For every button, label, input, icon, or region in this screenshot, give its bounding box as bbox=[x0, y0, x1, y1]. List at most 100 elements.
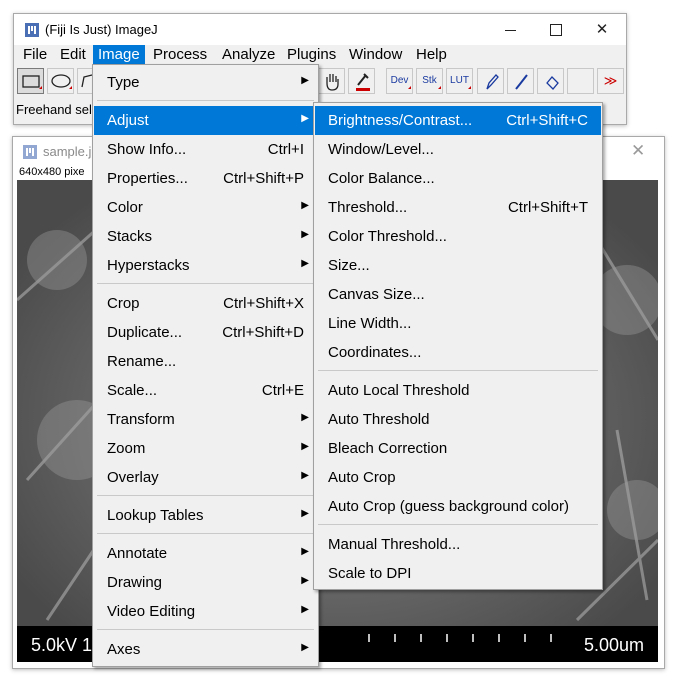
brush-tool[interactable] bbox=[507, 68, 534, 94]
menu-separator bbox=[97, 629, 314, 630]
sem-voltage-label: 5.0kV 1 bbox=[31, 635, 93, 655]
image-menu-axes[interactable]: Axes ▶ bbox=[94, 635, 317, 664]
blank-tool[interactable] bbox=[567, 68, 594, 94]
dropdown-marker-icon bbox=[468, 86, 471, 89]
submenu-arrow-icon: ▶ bbox=[301, 575, 309, 586]
image-menu-hyperstacks[interactable]: Hyperstacks ▶ bbox=[94, 251, 317, 280]
maximize-button[interactable] bbox=[533, 14, 579, 46]
scale-bar-ticks bbox=[368, 634, 552, 642]
flood-fill-tool[interactable] bbox=[537, 68, 564, 94]
image-menu-drawing[interactable]: Drawing ▶ bbox=[94, 568, 317, 597]
hand-icon bbox=[326, 74, 339, 91]
adjust-auto-crop[interactable]: Auto Crop bbox=[315, 463, 601, 492]
color-picker-tool[interactable] bbox=[348, 68, 375, 94]
dropper-icon bbox=[356, 73, 370, 91]
image-menu-zoom[interactable]: Zoom ▶ bbox=[94, 434, 317, 463]
adjust-size[interactable]: Size... bbox=[315, 251, 601, 280]
image-menu-duplicate[interactable]: Duplicate... Ctrl+Shift+D bbox=[94, 318, 317, 347]
image-menu-overlay[interactable]: Overlay ▶ bbox=[94, 463, 317, 492]
image-dimensions: 640x480 pixe bbox=[19, 166, 85, 178]
oval-icon bbox=[51, 74, 72, 89]
window-title: (Fiji Is Just) ImageJ bbox=[45, 22, 158, 37]
image-menu-crop[interactable]: Crop Ctrl+Shift+X bbox=[94, 289, 317, 318]
scroll-hand-tool[interactable] bbox=[318, 68, 345, 94]
polygon-tool[interactable] bbox=[77, 68, 93, 94]
menu-edit[interactable]: Edit bbox=[55, 45, 91, 65]
rectangle-tool[interactable] bbox=[17, 68, 44, 94]
image-menu-transform[interactable]: Transform ▶ bbox=[94, 405, 317, 434]
status-bar: Freehand sel bbox=[16, 102, 92, 117]
menu-bar: File Edit Image Process Analyze Plugins … bbox=[14, 45, 626, 65]
adjust-manual-threshold[interactable]: Manual Threshold... bbox=[315, 530, 601, 559]
image-menu-scale[interactable]: Scale... Ctrl+E bbox=[94, 376, 317, 405]
submenu-arrow-icon: ▶ bbox=[301, 546, 309, 557]
developer-menu-tool[interactable]: Dev bbox=[386, 68, 413, 94]
submenu-arrow-icon: ▶ bbox=[301, 258, 309, 269]
adjust-scale-to-dpi[interactable]: Scale to DPI bbox=[315, 559, 601, 588]
image-menu-adjust[interactable]: Adjust ▶ bbox=[94, 106, 317, 135]
image-menu-rename[interactable]: Rename... bbox=[94, 347, 317, 376]
dropdown-marker-icon bbox=[408, 86, 411, 89]
lut-menu-tool[interactable]: LUT bbox=[446, 68, 473, 94]
more-tools-icon: ≫ bbox=[603, 73, 618, 88]
adjust-window-level[interactable]: Window/Level... bbox=[315, 135, 601, 164]
image-menu-annotate[interactable]: Annotate ▶ bbox=[94, 539, 317, 568]
close-icon: ✕ bbox=[595, 21, 609, 38]
submenu-arrow-icon: ▶ bbox=[301, 470, 309, 481]
menu-window[interactable]: Window bbox=[344, 45, 407, 65]
image-window-title: sample.jp bbox=[43, 144, 99, 159]
submenu-arrow-icon: ▶ bbox=[301, 412, 309, 423]
adjust-canvas-size[interactable]: Canvas Size... bbox=[315, 280, 601, 309]
menu-separator bbox=[318, 370, 598, 371]
submenu-arrow-icon: ▶ bbox=[301, 229, 309, 240]
oval-tool[interactable] bbox=[47, 68, 74, 94]
rectangle-icon bbox=[22, 75, 42, 89]
image-menu-stacks[interactable]: Stacks ▶ bbox=[94, 222, 317, 251]
adjust-brightness-contrast[interactable]: Brightness/Contrast... Ctrl+Shift+C bbox=[315, 106, 601, 135]
menu-image[interactable]: Image bbox=[93, 45, 145, 65]
menu-separator bbox=[97, 533, 314, 534]
image-menu-properties[interactable]: Properties... Ctrl+Shift+P bbox=[94, 164, 317, 193]
adjust-auto-threshold[interactable]: Auto Threshold bbox=[315, 405, 601, 434]
submenu-arrow-icon: ▶ bbox=[301, 642, 309, 653]
image-menu-color[interactable]: Color ▶ bbox=[94, 193, 317, 222]
menu-analyze[interactable]: Analyze bbox=[217, 45, 280, 65]
title-bar: (Fiji Is Just) ImageJ ✕ bbox=[14, 14, 626, 46]
image-close-icon[interactable]: ✕ bbox=[631, 141, 645, 161]
menu-process[interactable]: Process bbox=[148, 45, 212, 65]
menu-separator bbox=[97, 100, 314, 101]
fiji-app-icon bbox=[23, 145, 37, 159]
image-menu-video-editing[interactable]: Video Editing ▶ bbox=[94, 597, 317, 626]
adjust-auto-crop-guess-background[interactable]: Auto Crop (guess background color) bbox=[315, 492, 601, 521]
menu-separator bbox=[97, 283, 314, 284]
minimize-button[interactable] bbox=[487, 14, 533, 46]
menu-separator bbox=[97, 495, 314, 496]
bucket-icon bbox=[546, 76, 559, 90]
submenu-arrow-icon: ▶ bbox=[301, 75, 309, 86]
close-button[interactable]: ✕ bbox=[579, 14, 625, 46]
submenu-arrow-icon: ▶ bbox=[301, 113, 309, 124]
adjust-bleach-correction[interactable]: Bleach Correction bbox=[315, 434, 601, 463]
image-menu-show-info[interactable]: Show Info... Ctrl+I bbox=[94, 135, 317, 164]
submenu-arrow-icon: ▶ bbox=[301, 604, 309, 615]
adjust-auto-local-threshold[interactable]: Auto Local Threshold bbox=[315, 376, 601, 405]
menu-file[interactable]: File bbox=[18, 45, 52, 65]
fiji-app-icon bbox=[25, 23, 39, 37]
adjust-line-width[interactable]: Line Width... bbox=[315, 309, 601, 338]
pencil-icon bbox=[486, 74, 499, 90]
pencil-tool[interactable] bbox=[477, 68, 504, 94]
menu-plugins[interactable]: Plugins bbox=[282, 45, 341, 65]
stack-menu-tool[interactable]: Stk bbox=[416, 68, 443, 94]
submenu-arrow-icon: ▶ bbox=[301, 441, 309, 452]
image-menu-type[interactable]: Type ▶ bbox=[94, 68, 317, 97]
submenu-arrow-icon: ▶ bbox=[301, 508, 309, 519]
image-menu: Type ▶ Adjust ▶ Show Info... Ctrl+I Prop… bbox=[92, 64, 319, 667]
more-tools-button[interactable]: ≫ bbox=[597, 68, 624, 94]
adjust-threshold[interactable]: Threshold... Ctrl+Shift+T bbox=[315, 193, 601, 222]
menu-help[interactable]: Help bbox=[411, 45, 452, 65]
adjust-color-threshold[interactable]: Color Threshold... bbox=[315, 222, 601, 251]
image-menu-lookup-tables[interactable]: Lookup Tables ▶ bbox=[94, 501, 317, 530]
adjust-coordinates[interactable]: Coordinates... bbox=[315, 338, 601, 367]
menu-separator bbox=[318, 524, 598, 525]
adjust-color-balance[interactable]: Color Balance... bbox=[315, 164, 601, 193]
